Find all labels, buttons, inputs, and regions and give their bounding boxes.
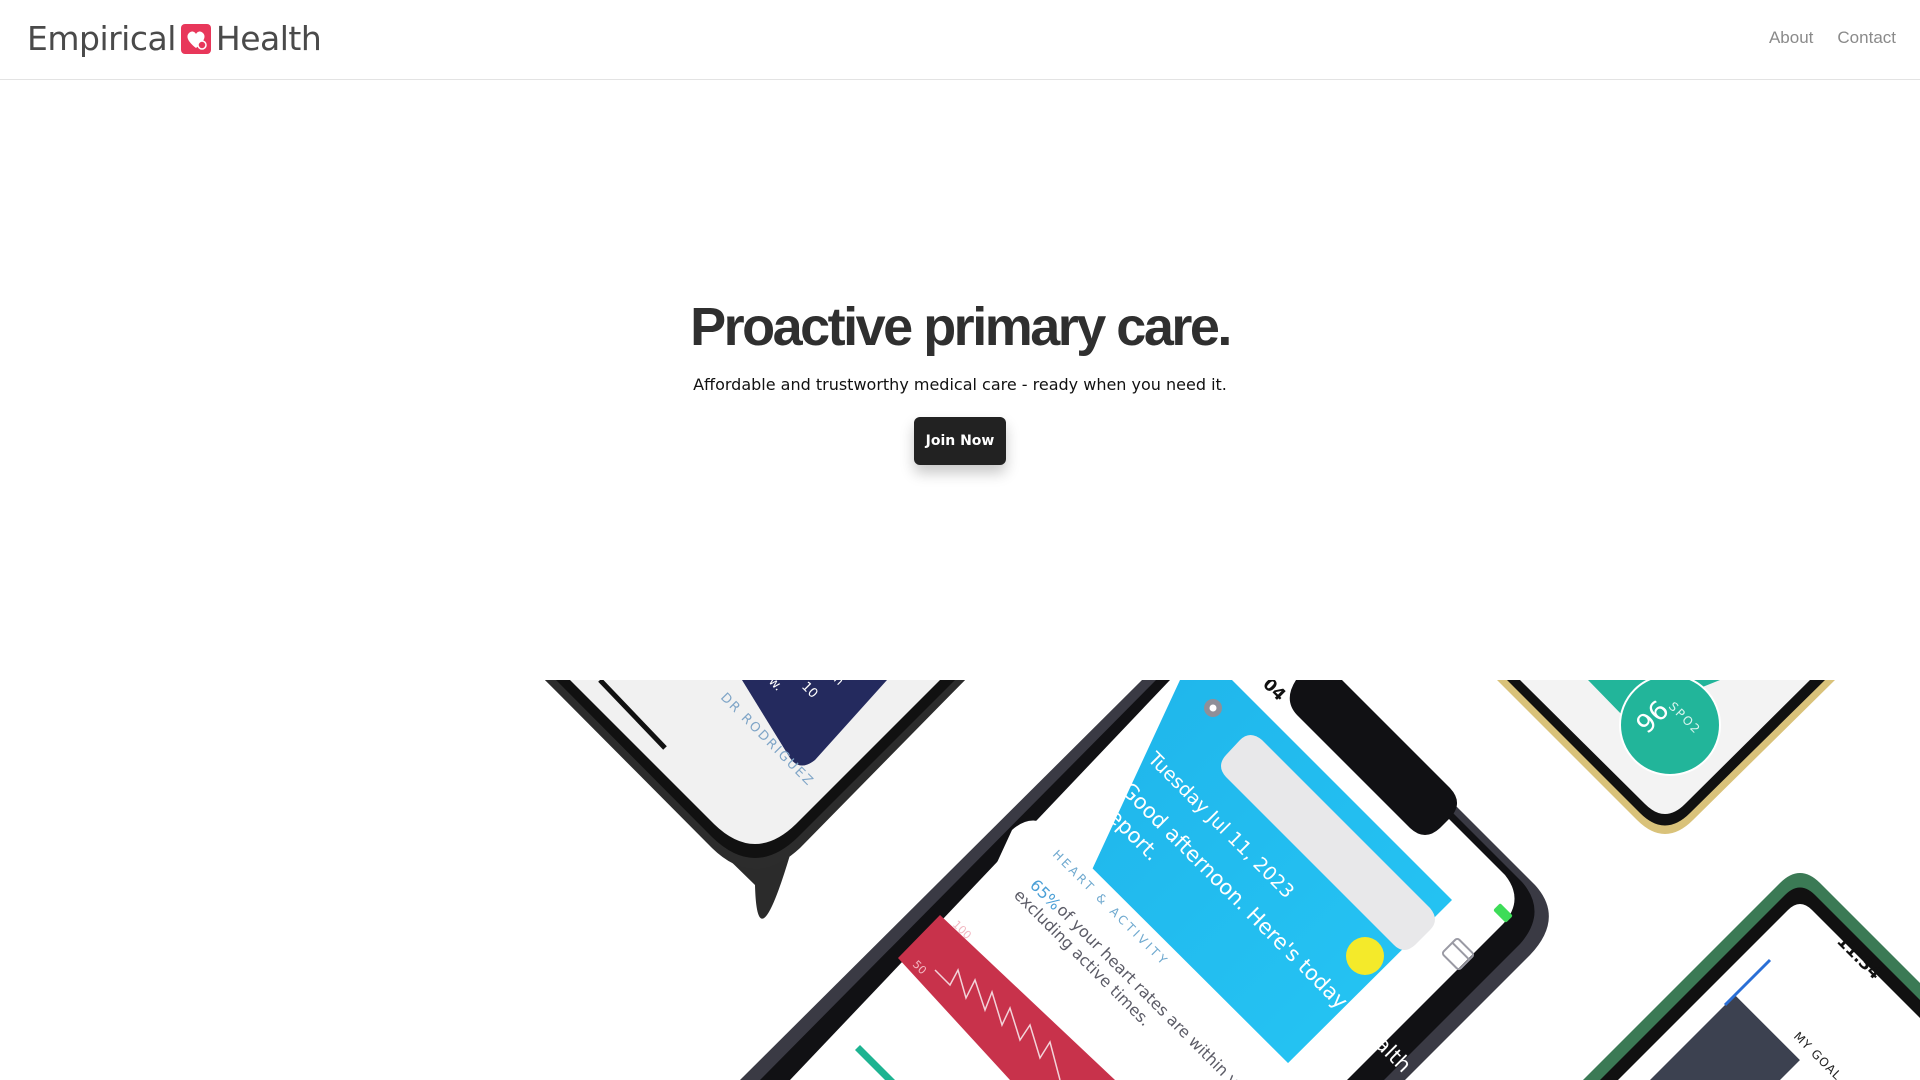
heart-logo-icon [180, 24, 211, 54]
bottom-right-phone: 11:34 MY GOAL [1583, 873, 1920, 1080]
brand-name-left: Empirical [27, 19, 176, 58]
nav-contact-link[interactable]: Contact [1837, 28, 1896, 48]
center-phone-settings-icon [1204, 699, 1222, 717]
phone-montage-graphic: DR RODRIGUEZ n 10 w. 04 Tuesday Jul 11, … [545, 680, 1920, 1080]
top-nav: About Contact [1769, 28, 1896, 48]
nav-about-link[interactable]: About [1769, 28, 1813, 48]
hero-title: Proactive primary care. [690, 297, 1232, 357]
phone-montage: DR RODRIGUEZ n 10 w. 04 Tuesday Jul 11, … [0, 680, 1920, 1080]
join-now-button[interactable]: Join Now [914, 417, 1006, 465]
site-header: Empirical Health About Contact [0, 0, 1920, 80]
hero-subtitle: Affordable and trustworthy medical care … [693, 375, 1227, 394]
top-right-phone: SPO2 96 [1497, 680, 1835, 834]
brand-logo[interactable]: Empirical Health [27, 19, 322, 59]
hero-section: Proactive primary care. Affordable and t… [0, 290, 1920, 465]
brand-name-right: Health [215, 19, 322, 58]
left-phone: DR RODRIGUEZ n 10 w. [545, 680, 965, 919]
